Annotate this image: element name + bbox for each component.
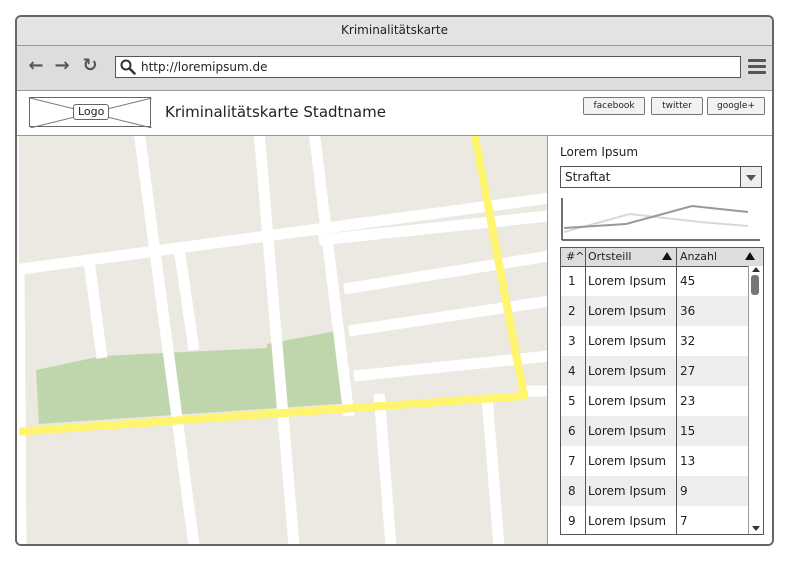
row-number: 8 — [568, 484, 576, 498]
sort-up-icon[interactable] — [662, 252, 672, 260]
site-title: Kriminalitätskarte Stadtname — [165, 103, 386, 121]
row-count: 27 — [680, 364, 696, 378]
row-count: 7 — [680, 514, 688, 528]
row-number: 7 — [568, 454, 576, 468]
row-number: 3 — [568, 334, 576, 348]
table-row[interactable]: 7 Lorem Ipsum 13 — [561, 446, 749, 476]
table-row[interactable]: 4 Lorem Ipsum 27 — [561, 356, 749, 386]
table-row[interactable]: 8 Lorem Ipsum 9 — [561, 476, 749, 506]
hamburger-menu-icon[interactable] — [748, 59, 766, 75]
table-row[interactable]: 1 Lorem Ipsum 45 — [561, 266, 749, 296]
row-district: Lorem Ipsum — [588, 484, 667, 498]
col-header-district[interactable]: Ortsteill — [585, 248, 676, 265]
row-district: Lorem Ipsum — [588, 274, 667, 288]
row-count: 23 — [680, 394, 696, 408]
table-row[interactable]: 2 Lorem Ipsum 36 — [561, 296, 749, 326]
row-count: 15 — [680, 424, 696, 438]
logo-placeholder: Logo — [29, 97, 152, 128]
col-header-number[interactable]: #^ — [561, 248, 585, 265]
logo-label: Logo — [73, 104, 110, 120]
row-number: 2 — [568, 304, 576, 318]
trend-chart — [561, 198, 760, 241]
row-count: 13 — [680, 454, 696, 468]
district-table: #^ Ortsteill Anzahl 1 Lorem Ipsum 45 2 L… — [560, 247, 764, 535]
panel-title: Lorem Ipsum — [560, 145, 639, 159]
row-number: 5 — [568, 394, 576, 408]
chevron-down-icon[interactable] — [740, 167, 761, 187]
scroll-down-icon[interactable] — [752, 526, 760, 531]
reload-icon[interactable]: ↻ — [79, 54, 101, 78]
forward-arrow-icon[interactable]: → — [51, 54, 73, 78]
browser-navbar: ← → ↻ http://loremipsum.de — [17, 46, 772, 91]
row-district: Lorem Ipsum — [588, 424, 667, 438]
table-header: #^ Ortsteill Anzahl — [561, 248, 763, 267]
row-number: 4 — [568, 364, 576, 378]
crime-map[interactable] — [19, 136, 547, 544]
column-divider — [585, 248, 586, 534]
row-district: Lorem Ipsum — [588, 304, 667, 318]
scroll-thumb[interactable] — [751, 275, 759, 295]
crime-type-value: Straftat — [565, 170, 611, 184]
google-plus-button[interactable]: google+ — [707, 97, 765, 115]
browser-window: Kriminalitätskarte ← → ↻ http://loremips… — [15, 15, 774, 546]
row-number: 6 — [568, 424, 576, 438]
site-header: Logo Kriminalitätskarte Stadtname facebo… — [17, 91, 772, 136]
column-divider — [676, 248, 677, 534]
row-district: Lorem Ipsum — [588, 394, 667, 408]
row-count: 36 — [680, 304, 696, 318]
table-row[interactable]: 6 Lorem Ipsum 15 — [561, 416, 749, 446]
table-row[interactable]: 3 Lorem Ipsum 32 — [561, 326, 749, 356]
row-district: Lorem Ipsum — [588, 364, 667, 378]
table-row[interactable]: 9 Lorem Ipsum 7 — [561, 506, 749, 534]
info-panel: Lorem Ipsum Straftat #^ Ortsteill Anzahl — [547, 136, 772, 544]
row-count: 45 — [680, 274, 696, 288]
row-district: Lorem Ipsum — [588, 454, 667, 468]
col-header-count-label: Anzahl — [680, 250, 718, 263]
search-icon — [120, 59, 136, 75]
table-row[interactable]: 5 Lorem Ipsum 23 — [561, 386, 749, 416]
back-arrow-icon[interactable]: ← — [25, 54, 47, 78]
sort-up-icon[interactable] — [745, 252, 755, 260]
url-text: http://loremipsum.de — [141, 60, 268, 74]
col-header-count[interactable]: Anzahl — [676, 248, 763, 265]
scroll-up-icon[interactable] — [752, 267, 760, 272]
col-header-district-label: Ortsteill — [588, 250, 632, 263]
address-bar[interactable]: http://loremipsum.de — [115, 56, 741, 78]
row-number: 1 — [568, 274, 576, 288]
row-district: Lorem Ipsum — [588, 514, 667, 528]
table-scrollbar[interactable] — [748, 266, 763, 534]
crime-type-select[interactable]: Straftat — [560, 166, 762, 188]
row-count: 32 — [680, 334, 696, 348]
window-title: Kriminalitätskarte — [17, 17, 772, 46]
row-count: 9 — [680, 484, 688, 498]
row-district: Lorem Ipsum — [588, 334, 667, 348]
facebook-button[interactable]: facebook — [583, 97, 645, 115]
row-number: 9 — [568, 514, 576, 528]
twitter-button[interactable]: twitter — [651, 97, 703, 115]
map-canvas — [19, 136, 547, 544]
